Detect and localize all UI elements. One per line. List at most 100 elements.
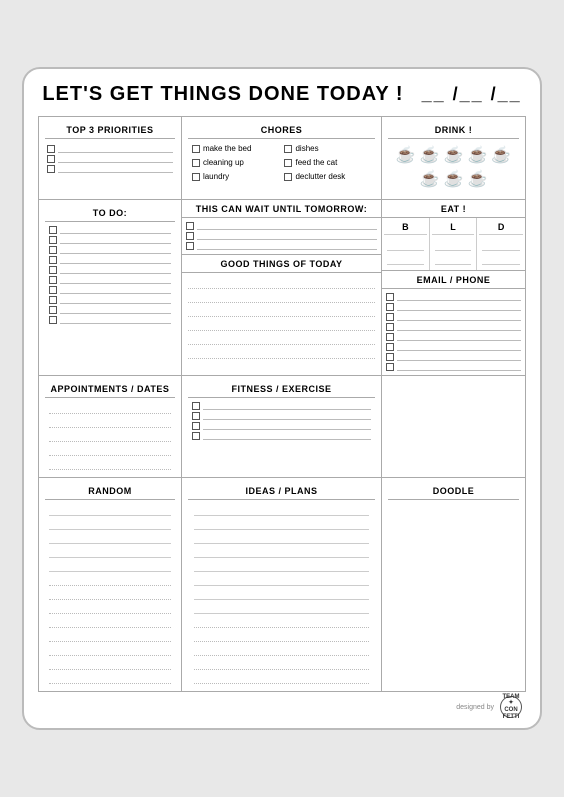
eat-b-line-2[interactable] [387, 252, 424, 265]
chore-feed-cat[interactable]: feed the cat [284, 158, 371, 167]
chore-make-bed[interactable]: make the bed [192, 144, 279, 153]
ideas-line-1[interactable] [194, 503, 369, 516]
appt-line-1[interactable] [49, 401, 171, 414]
todo-row-9[interactable] [49, 306, 171, 314]
todo-row-5[interactable] [49, 266, 171, 274]
drink-cell: DRINK ! ☕ ☕ ☕ ☕ ☕ ☕ ☕ ☕ [382, 117, 525, 199]
random-line-8[interactable] [49, 601, 171, 614]
wait-row-1[interactable] [186, 222, 377, 230]
priority-row-3[interactable] [47, 165, 173, 173]
brand-logo: designed by TEAM✦CONFETTI [456, 696, 522, 718]
eat-dinner: D [477, 218, 525, 270]
wait-row-2[interactable] [186, 232, 377, 240]
chore-cleaning-up[interactable]: cleaning up [192, 158, 279, 167]
ideas-line-10[interactable] [194, 629, 369, 642]
chore-laundry[interactable]: laundry [192, 172, 279, 181]
eat-l-label: L [432, 220, 475, 235]
email-row-1[interactable] [386, 293, 521, 301]
todo-row-7[interactable] [49, 286, 171, 294]
eat-cols: B L D [382, 218, 525, 270]
email-row-3[interactable] [386, 313, 521, 321]
good-line-6[interactable] [188, 346, 375, 359]
todo-row-1[interactable] [49, 226, 171, 234]
ideas-line-9[interactable] [194, 615, 369, 628]
email-row-4[interactable] [386, 323, 521, 331]
chore-declutter-desk[interactable]: declutter desk [284, 172, 371, 181]
mug-icon-7[interactable]: ☕ [444, 169, 464, 189]
todo-row-6[interactable] [49, 276, 171, 284]
eat-l-line-2[interactable] [435, 252, 472, 265]
appt-header: APPOINTMENTS / DATES [45, 380, 175, 398]
ideas-line-4[interactable] [194, 545, 369, 558]
good-line-4[interactable] [188, 318, 375, 331]
email-section: EMAIL / PHONE [382, 271, 525, 375]
mug-icon-8[interactable]: ☕ [467, 169, 487, 189]
random-line-4[interactable] [49, 545, 171, 558]
ideas-line-5[interactable] [194, 559, 369, 572]
fitness-row-4[interactable] [192, 432, 371, 440]
eat-l-line-1[interactable] [435, 238, 472, 251]
email-row-5[interactable] [386, 333, 521, 341]
good-line-5[interactable] [188, 332, 375, 345]
ideas-line-2[interactable] [194, 517, 369, 530]
ideas-line-11[interactable] [194, 643, 369, 656]
mug-icon-1[interactable]: ☕ [396, 145, 416, 165]
appt-line-3[interactable] [49, 429, 171, 442]
todo-row-2[interactable] [49, 236, 171, 244]
appt-line-5[interactable] [49, 457, 171, 470]
fitness-row-1[interactable] [192, 402, 371, 410]
random-line-11[interactable] [49, 643, 171, 656]
wait-header: THIS CAN WAIT UNTIL TOMORROW: [182, 200, 381, 218]
ideas-line-3[interactable] [194, 531, 369, 544]
fitness-row-3[interactable] [192, 422, 371, 430]
good-section: GOOD THINGS OF TODAY [182, 255, 381, 362]
ideas-line-6[interactable] [194, 573, 369, 586]
ideas-line-8[interactable] [194, 601, 369, 614]
email-row-7[interactable] [386, 353, 521, 361]
priority-row-1[interactable] [47, 145, 173, 153]
mug-icon-6[interactable]: ☕ [420, 169, 440, 189]
random-line-12[interactable] [49, 657, 171, 670]
todo-row-3[interactable] [49, 246, 171, 254]
ideas-line-13[interactable] [194, 671, 369, 684]
chore-dishes[interactable]: dishes [284, 144, 371, 153]
appt-line-2[interactable] [49, 415, 171, 428]
wait-row-3[interactable] [186, 242, 377, 250]
todo-row-8[interactable] [49, 296, 171, 304]
footer: designed by TEAM✦CONFETTI [38, 696, 526, 718]
random-line-6[interactable] [49, 573, 171, 586]
mug-icon-4[interactable]: ☕ [467, 145, 487, 165]
good-line-3[interactable] [188, 304, 375, 317]
email-row-2[interactable] [386, 303, 521, 311]
random-line-10[interactable] [49, 629, 171, 642]
email-row-8[interactable] [386, 363, 521, 371]
email-row-6[interactable] [386, 343, 521, 351]
date-field[interactable]: __ /__ /__ [422, 84, 522, 105]
appt-line-4[interactable] [49, 443, 171, 456]
random-line-2[interactable] [49, 517, 171, 530]
mug-icon-5[interactable]: ☕ [491, 145, 511, 165]
eat-d-line-2[interactable] [482, 252, 520, 265]
random-line-7[interactable] [49, 587, 171, 600]
priority-row-2[interactable] [47, 155, 173, 163]
todo-row-4[interactable] [49, 256, 171, 264]
ideas-line-12[interactable] [194, 657, 369, 670]
doodle-area[interactable] [388, 500, 519, 640]
random-line-3[interactable] [49, 531, 171, 544]
random-line-9[interactable] [49, 615, 171, 628]
ideas-header: IDEAS / PLANS [188, 482, 375, 500]
eat-d-line-1[interactable] [482, 238, 520, 251]
random-line-5[interactable] [49, 559, 171, 572]
eat-b-line-1[interactable] [387, 238, 424, 251]
mug-icon-3[interactable]: ☕ [444, 145, 464, 165]
fitness-row-2[interactable] [192, 412, 371, 420]
random-line-1[interactable] [49, 503, 171, 516]
todo-row-10[interactable] [49, 316, 171, 324]
ideas-cell: IDEAS / PLANS [182, 478, 382, 691]
good-line-2[interactable] [188, 290, 375, 303]
mug-icon-2[interactable]: ☕ [420, 145, 440, 165]
random-line-13[interactable] [49, 671, 171, 684]
eat-lunch: L [430, 218, 478, 270]
ideas-line-7[interactable] [194, 587, 369, 600]
good-line-1[interactable] [188, 276, 375, 289]
